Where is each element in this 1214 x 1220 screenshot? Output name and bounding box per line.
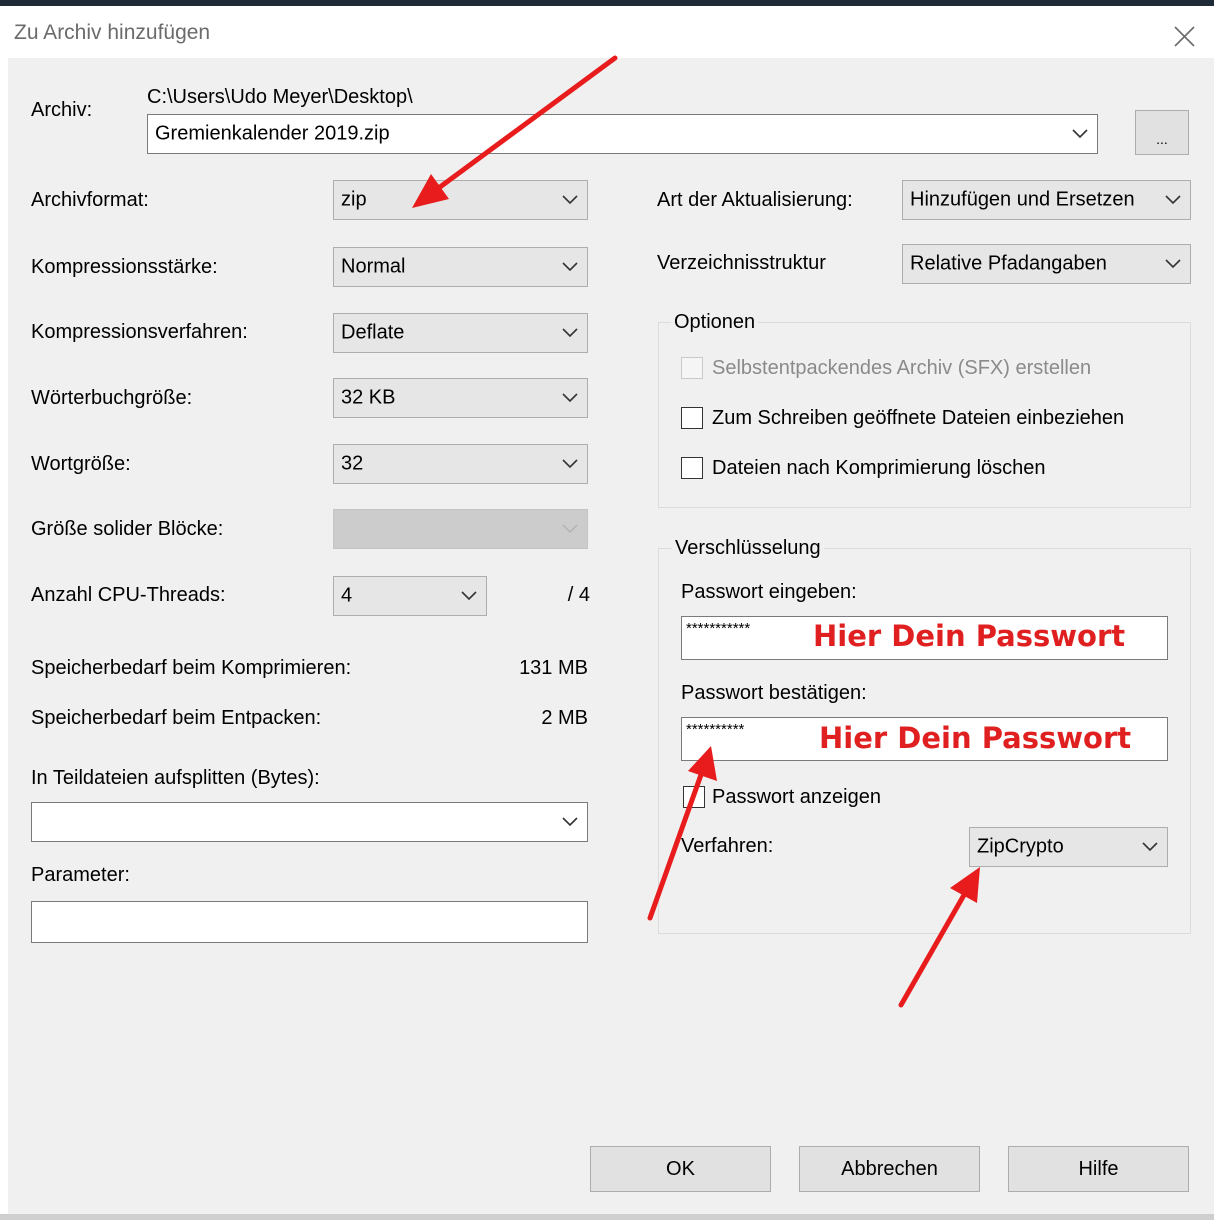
mem-compress-label: Speicherbedarf beim Komprimieren:	[31, 657, 352, 679]
password-confirm-annotation: Hier Dein Passwort	[819, 721, 1132, 755]
shared-files-label[interactable]: Zum Schreiben geöffnete Dateien einbezie…	[712, 407, 1124, 430]
chevron-down-icon	[1142, 842, 1158, 852]
shared-files-checkbox[interactable]	[681, 407, 703, 429]
update-value: Hinzufügen und Ersetzen	[910, 188, 1135, 211]
update-combo[interactable]: Hinzufügen und Ersetzen	[902, 180, 1191, 220]
chevron-down-icon	[1165, 259, 1181, 269]
encryption-group-title: Verschlüsselung	[672, 537, 824, 560]
encryption-method-label: Verfahren:	[681, 835, 774, 857]
solid-combo	[333, 509, 588, 549]
threads-max: / 4	[567, 584, 590, 606]
chevron-down-icon	[1165, 195, 1181, 205]
method-combo[interactable]: Deflate	[333, 313, 588, 353]
dict-label: Wörterbuchgröße:	[31, 387, 193, 409]
window-title: Zu Archiv hinzufügen	[14, 21, 211, 44]
chevron-down-icon	[562, 524, 578, 534]
window-bottom-border	[0, 1214, 1214, 1220]
params-label: Parameter:	[31, 864, 130, 886]
split-combo[interactable]	[31, 802, 588, 842]
encryption-method-value: ZipCrypto	[977, 835, 1064, 858]
archive-filename-value: Gremienkalender 2019.zip	[155, 122, 390, 145]
add-to-archive-dialog: Zu Archiv hinzufügen Archiv: C:\Users\Ud…	[0, 0, 1214, 1220]
archive-label: Archiv:	[31, 99, 93, 121]
chevron-down-icon	[1072, 129, 1088, 139]
paths-value: Relative Pfadangaben	[910, 252, 1107, 275]
close-button[interactable]	[1166, 18, 1204, 56]
archive-path: C:\Users\Udo Meyer\Desktop\	[147, 86, 413, 108]
solid-label: Größe solider Blöcke:	[31, 518, 224, 540]
mem-compress-value: 131 MB	[519, 657, 588, 679]
browse-button[interactable]: ...	[1135, 110, 1189, 155]
chevron-down-icon	[562, 328, 578, 338]
level-value: Normal	[341, 255, 406, 278]
format-value: zip	[341, 188, 367, 211]
threads-label: Anzahl CPU-Threads:	[31, 584, 226, 606]
threads-combo[interactable]: 4	[333, 576, 487, 616]
password-masked-value: ***********	[686, 620, 751, 637]
params-input[interactable]	[31, 901, 588, 943]
encryption-method-combo[interactable]: ZipCrypto	[969, 827, 1168, 867]
delete-files-label[interactable]: Dateien nach Komprimierung löschen	[712, 457, 1046, 480]
chevron-down-icon	[562, 195, 578, 205]
mem-extract-label: Speicherbedarf beim Entpacken:	[31, 707, 322, 729]
chevron-down-icon	[562, 262, 578, 272]
password-annotation: Hier Dein Passwort	[813, 619, 1126, 653]
paths-combo[interactable]: Relative Pfadangaben	[902, 244, 1191, 284]
help-button[interactable]: Hilfe	[1008, 1146, 1189, 1192]
method-label: Kompressionsverfahren:	[31, 321, 248, 343]
show-password-checkbox[interactable]	[683, 786, 705, 808]
chevron-down-icon	[562, 393, 578, 403]
split-label: In Teildateien aufsplitten (Bytes):	[31, 767, 320, 789]
archive-filename-combo[interactable]: Gremienkalender 2019.zip	[147, 114, 1098, 154]
password-enter-label: Passwort eingeben:	[681, 581, 857, 603]
method-value: Deflate	[341, 321, 405, 344]
level-combo[interactable]: Normal	[333, 247, 588, 287]
chevron-down-icon	[562, 817, 578, 827]
word-label: Wortgröße:	[31, 453, 131, 475]
sfx-checkbox	[681, 357, 703, 379]
format-combo[interactable]: zip	[333, 180, 588, 220]
mem-extract-value: 2 MB	[541, 707, 588, 729]
chevron-down-icon	[461, 591, 477, 601]
title-bar: Zu Archiv hinzufügen	[0, 6, 1214, 58]
options-group-title: Optionen	[671, 311, 759, 334]
chevron-down-icon	[562, 459, 578, 469]
format-label: Archivformat:	[31, 189, 149, 211]
dict-value: 32 KB	[341, 386, 396, 409]
paths-label: Verzeichnisstruktur	[657, 252, 826, 274]
password-confirm-label: Passwort bestätigen:	[681, 682, 867, 704]
update-label: Art der Aktualisierung:	[657, 189, 853, 211]
password-confirm-masked-value: **********	[686, 721, 745, 738]
dict-combo[interactable]: 32 KB	[333, 378, 588, 418]
sfx-label: Selbstentpackendes Archiv (SFX) erstelle…	[712, 357, 1092, 379]
word-combo[interactable]: 32	[333, 444, 588, 484]
delete-files-checkbox[interactable]	[681, 457, 703, 479]
close-icon	[1174, 26, 1195, 47]
word-value: 32	[341, 452, 364, 475]
level-label: Kompressionsstärke:	[31, 256, 218, 278]
threads-value: 4	[341, 584, 353, 607]
cancel-button[interactable]: Abbrechen	[799, 1146, 980, 1192]
ok-button[interactable]: OK	[590, 1146, 771, 1192]
show-password-label[interactable]: Passwort anzeigen	[712, 786, 881, 809]
